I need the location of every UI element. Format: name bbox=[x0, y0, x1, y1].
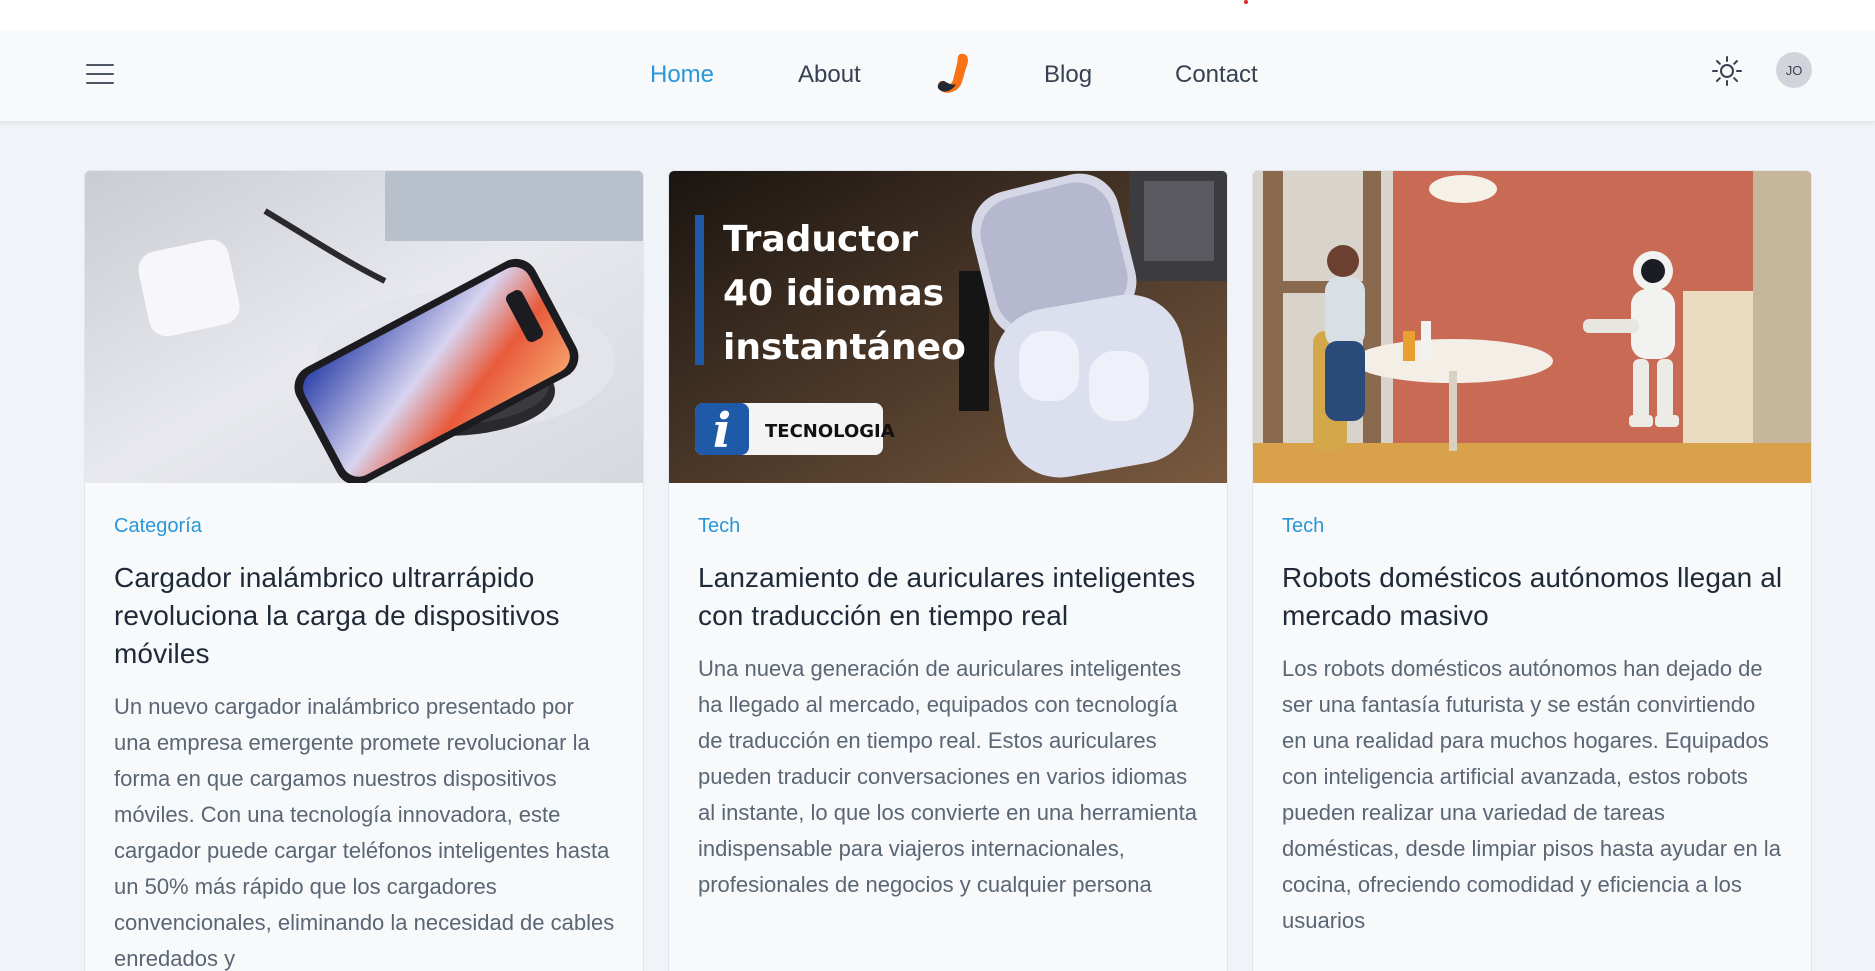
post-excerpt: Un nuevo cargador inalámbrico presentado… bbox=[114, 694, 615, 971]
image-text-line-3: instantáneo bbox=[723, 327, 966, 368]
post-category[interactable]: Categoría bbox=[114, 515, 616, 539]
indicator-dot bbox=[1244, 0, 1248, 4]
post-image[interactable] bbox=[1253, 171, 1811, 483]
post-title[interactable]: Cargador inalámbrico ultrarrápido revolu… bbox=[114, 559, 616, 673]
post-card[interactable]: Categoría Cargador inalámbrico ultrarráp… bbox=[84, 170, 644, 971]
menu-icon[interactable] bbox=[86, 64, 116, 88]
image-text-line-2: 40 idiomas bbox=[723, 273, 944, 314]
post-image[interactable] bbox=[85, 171, 643, 483]
nav-link-contact[interactable]: Contact bbox=[1175, 61, 1258, 89]
top-strip bbox=[0, 0, 1875, 30]
post-excerpt: Los robots domésticos autónomos han deja… bbox=[1282, 656, 1781, 933]
post-category[interactable]: Tech bbox=[1282, 515, 1784, 539]
badge-logo-letter: i bbox=[713, 403, 731, 459]
post-card[interactable]: Tech Robots domésticos autónomos llegan … bbox=[1252, 170, 1812, 971]
post-title[interactable]: Lanzamiento de auriculares inteligentes … bbox=[698, 559, 1200, 635]
post-category[interactable]: Tech bbox=[698, 515, 1200, 539]
avatar[interactable]: JO bbox=[1776, 52, 1812, 88]
nav-link-blog[interactable]: Blog bbox=[1044, 61, 1092, 89]
navbar: Home About Blog Contact JO bbox=[0, 30, 1875, 122]
sun-icon[interactable] bbox=[1710, 54, 1744, 88]
post-title[interactable]: Robots domésticos autónomos llegan al me… bbox=[1282, 559, 1784, 635]
logo-icon[interactable] bbox=[932, 50, 976, 98]
nav-link-home[interactable]: Home bbox=[650, 61, 714, 89]
post-excerpt: Una nueva generación de auriculares inte… bbox=[698, 656, 1197, 897]
post-image[interactable]: Traductor 40 idiomas instantáneo i TECNO… bbox=[669, 171, 1227, 483]
image-text-line-1: Traductor bbox=[723, 219, 918, 260]
nav-link-about[interactable]: About bbox=[798, 61, 861, 89]
post-card[interactable]: Traductor 40 idiomas instantáneo i TECNO… bbox=[668, 170, 1228, 971]
badge-text: TECNOLOGIA bbox=[765, 421, 895, 442]
